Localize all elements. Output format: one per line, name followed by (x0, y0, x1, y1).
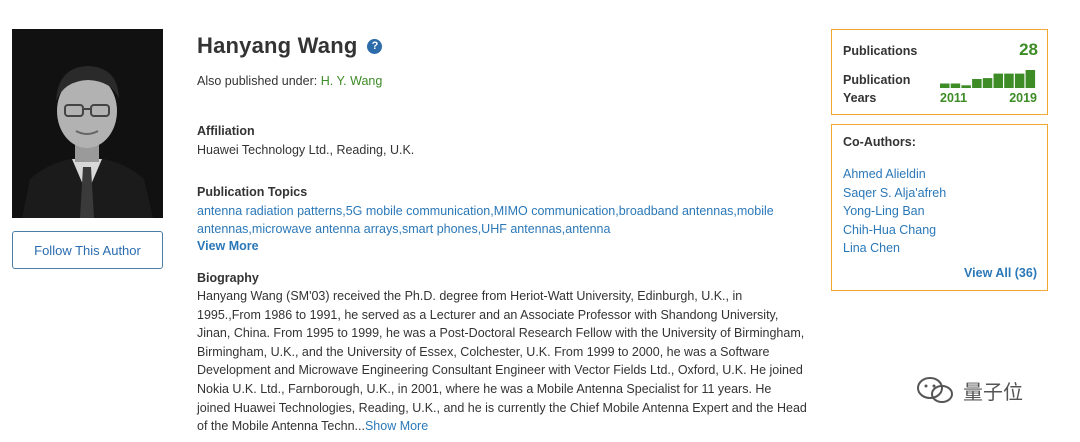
year-start: 2011 (940, 91, 968, 105)
affiliation-text: Huawei Technology Ltd., Reading, U.K. (197, 143, 415, 157)
alternate-name-link[interactable]: H. Y. Wang (321, 74, 383, 88)
sparkline-bar (982, 78, 993, 88)
follow-author-button[interactable]: Follow This Author (12, 231, 163, 269)
author-name-row: Hanyang Wang ? (197, 30, 817, 62)
sparkline-bar (961, 85, 971, 88)
watermark: 量子位 (915, 375, 1023, 405)
publications-count[interactable]: 28 (1019, 40, 1038, 60)
year-end: 2019 (1009, 91, 1037, 105)
view-more-topics-link[interactable]: View More (197, 239, 259, 253)
coauthor-link[interactable]: Yong-Ling Ban (843, 202, 946, 221)
watermark-text: 量子位 (963, 381, 1023, 404)
publication-years-sparkline (940, 70, 1036, 88)
also-published-under: Also published under: H. Y. Wang (197, 74, 382, 88)
coauthors-heading: Co-Authors: (843, 135, 916, 149)
coauthors-box: Co-Authors: Ahmed Alieldin Saqer S. Alja… (831, 124, 1048, 291)
view-all-coauthors-link[interactable]: View All (36) (964, 266, 1037, 280)
also-published-label: Also published under: (197, 74, 321, 88)
coauthor-link[interactable]: Ahmed Alieldin (843, 165, 946, 184)
publications-label: Publications (843, 44, 918, 58)
author-profile-main: Hanyang Wang ? Also published under: H. … (197, 30, 817, 433)
affiliation-heading: Affiliation (197, 124, 255, 138)
publications-summary-box: Publications 28 Publication Years 2011 2… (831, 29, 1048, 115)
sparkline-bar (1004, 73, 1014, 88)
publication-topics-links[interactable]: antenna radiation patterns,5G mobile com… (197, 202, 797, 238)
biography-body: Hanyang Wang (SM'03) received the Ph.D. … (197, 289, 807, 434)
coauthor-link[interactable]: Chih-Hua Chang (843, 221, 946, 240)
sparkline-bar (940, 83, 950, 88)
help-icon[interactable]: ? (367, 38, 383, 54)
sparkline-bar (993, 73, 1003, 88)
sparkline-bar (1025, 70, 1036, 88)
publication-topics-heading: Publication Topics (197, 185, 308, 199)
author-photo (12, 29, 163, 218)
sparkline-bar (1014, 73, 1025, 88)
coauthor-link[interactable]: Lina Chen (843, 239, 946, 258)
biography-heading: Biography (197, 271, 259, 285)
publication-years-label-line2: Years (843, 91, 877, 105)
sparkline-bar (950, 83, 961, 88)
coauthor-link[interactable]: Saqer S. Alja'afreh (843, 184, 946, 203)
publication-years-label-line1: Publication (843, 73, 911, 87)
wechat-icon (917, 377, 953, 403)
show-more-link[interactable]: Show More (365, 419, 428, 433)
coauthors-list: Ahmed Alieldin Saqer S. Alja'afreh Yong-… (843, 165, 946, 258)
author-name: Hanyang Wang (197, 33, 358, 58)
sparkline-bar (972, 79, 982, 88)
biography-text: Hanyang Wang (SM'03) received the Ph.D. … (197, 287, 807, 436)
